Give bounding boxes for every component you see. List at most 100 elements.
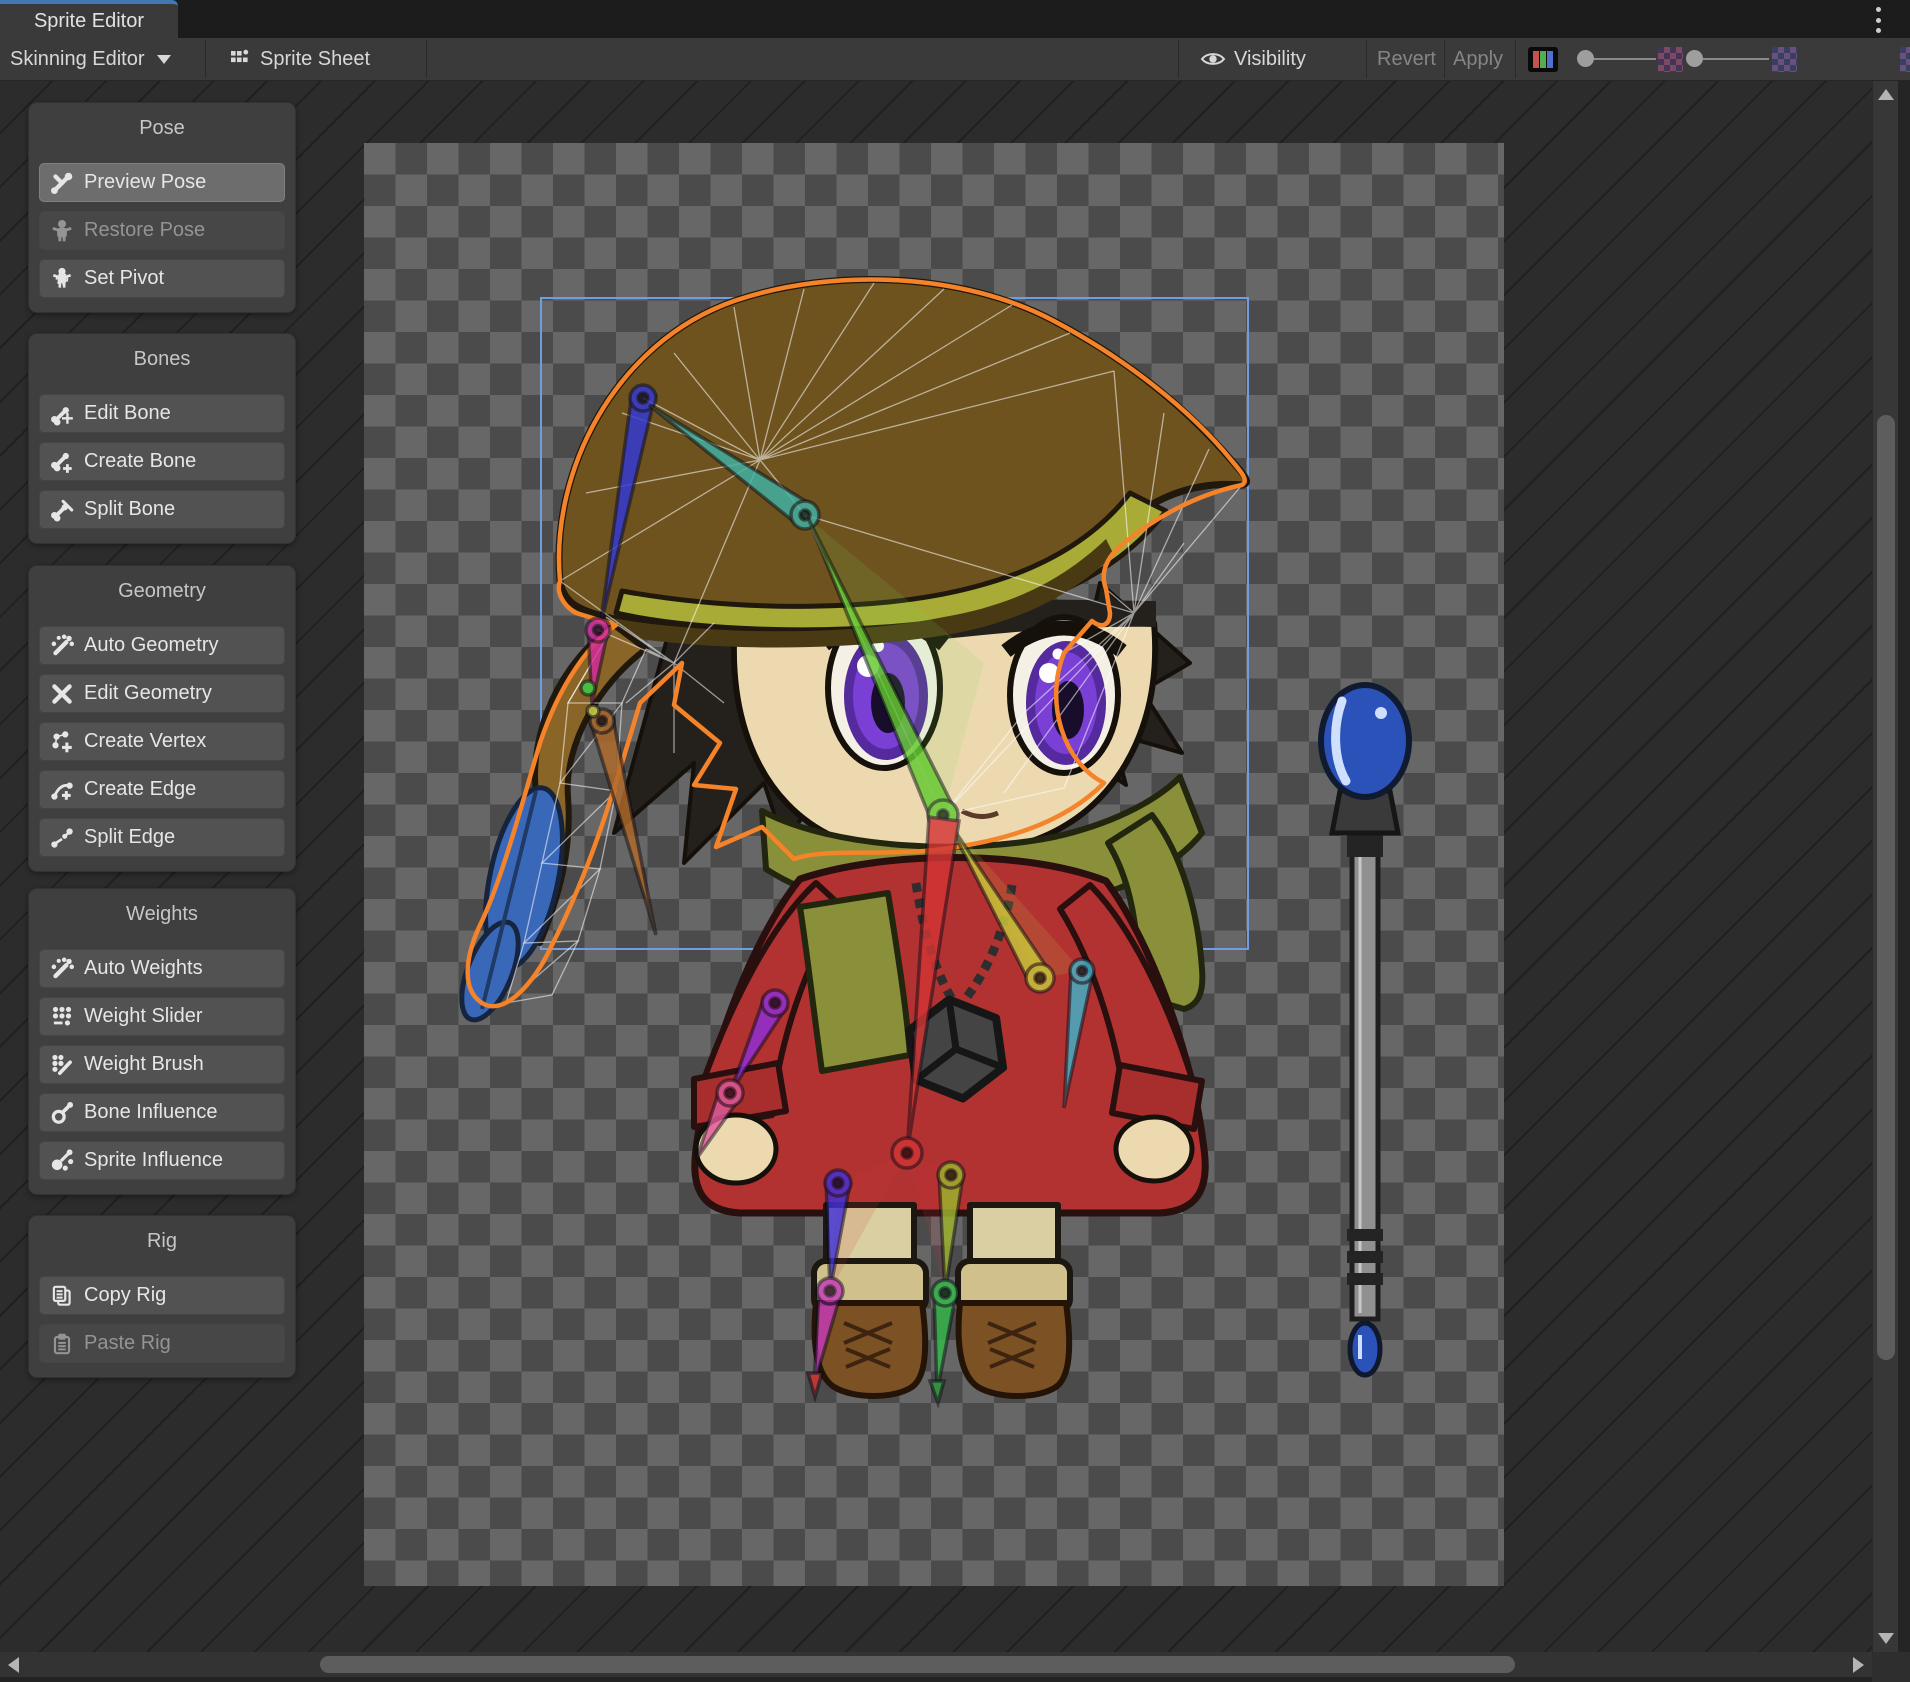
horizontal-scrollbar[interactable] xyxy=(0,1652,1872,1677)
panel-title: Rig xyxy=(39,1226,285,1256)
vertical-scrollbar[interactable] xyxy=(1872,81,1898,1652)
rgb-channels-button[interactable] xyxy=(1528,47,1558,72)
tab-bar: Sprite Editor xyxy=(0,0,1910,38)
bones-panel: Bones Edit Bone Create Bone Split Bone xyxy=(28,333,296,544)
paste-rig-button[interactable]: Paste Rig xyxy=(39,1324,285,1363)
scrollbar-corner xyxy=(1872,1652,1910,1682)
sprite-editor-window: Sprite Editor Skinning Editor Sprite She… xyxy=(0,0,1910,1682)
toolbar-separator xyxy=(1515,40,1516,78)
auto-geometry-button[interactable]: Auto Geometry xyxy=(39,626,285,665)
scarf-flap xyxy=(800,893,910,1071)
split-bone-button[interactable]: Split Bone xyxy=(39,490,285,529)
auto-geometry-icon xyxy=(49,633,75,659)
window-right-edge xyxy=(1898,81,1910,1682)
scroll-left-icon[interactable] xyxy=(8,1657,19,1673)
scroll-up-icon[interactable] xyxy=(1878,89,1894,100)
toolbar-separator xyxy=(1444,40,1445,78)
create-bone-button[interactable]: Create Bone xyxy=(39,442,285,481)
panel-title: Pose xyxy=(39,113,285,143)
window-bottom-edge xyxy=(0,1677,1910,1682)
auto-weights-button[interactable]: Auto Weights xyxy=(39,949,285,988)
sprite-influence-button[interactable]: Sprite Influence xyxy=(39,1141,285,1180)
apply-label: Apply xyxy=(1453,48,1503,71)
copy-rig-button[interactable]: Copy Rig xyxy=(39,1276,285,1315)
horizontal-scrollbar-thumb[interactable] xyxy=(320,1656,1515,1673)
sprite-sheet-icon xyxy=(228,47,252,71)
toolbar: Skinning Editor Sprite Sheet Visibility … xyxy=(0,38,1910,81)
preview-pose-button[interactable]: Preview Pose xyxy=(39,163,285,202)
preview-pose-icon xyxy=(49,170,75,196)
toolbar-separator xyxy=(1178,40,1179,78)
sprite-influence-icon xyxy=(49,1148,75,1174)
toolbar-separator xyxy=(426,40,427,78)
create-edge-button[interactable]: Create Edge xyxy=(39,770,285,809)
bone-influence-button[interactable]: Bone Influence xyxy=(39,1093,285,1132)
skinning-editor-dropdown[interactable]: Skinning Editor xyxy=(10,38,171,80)
toolbar-separator xyxy=(1366,40,1367,78)
toolbar-separator xyxy=(205,40,206,78)
paste-rig-icon xyxy=(49,1331,75,1357)
chevron-down-icon xyxy=(157,55,171,64)
sprite-opacity-slider-knob[interactable] xyxy=(1577,50,1594,67)
staff-wrap xyxy=(1347,1229,1383,1241)
pose-panel: Pose Preview Pose Restore Pose Set Pivot xyxy=(28,102,296,313)
sprite-sheet-label: Sprite Sheet xyxy=(260,48,370,71)
split-edge-button[interactable]: Split Edge xyxy=(39,818,285,857)
revert-button[interactable]: Revert xyxy=(1377,38,1436,80)
panel-title: Geometry xyxy=(39,576,285,606)
weights-opacity-slider-knob[interactable] xyxy=(1686,50,1703,67)
right-hand xyxy=(1116,1117,1192,1181)
edit-geometry-button[interactable]: Edit Geometry xyxy=(39,674,285,713)
staff-wrap xyxy=(1347,1273,1383,1285)
eye-icon xyxy=(1200,51,1226,67)
tab-sprite-editor[interactable]: Sprite Editor xyxy=(0,0,178,38)
skinning-editor-label: Skinning Editor xyxy=(10,48,145,71)
sprite-canvas[interactable] xyxy=(364,143,1504,1586)
revert-label: Revert xyxy=(1377,48,1436,71)
joint-dot-yellow[interactable] xyxy=(587,705,599,717)
staff-band xyxy=(1347,833,1383,857)
sprite-opacity-swatch xyxy=(1658,47,1683,72)
weight-brush-icon xyxy=(49,1052,75,1078)
visibility-button[interactable]: Visibility xyxy=(1200,38,1306,80)
weights-panel: Weights Auto Weights Weight Slider Weigh… xyxy=(28,888,296,1195)
edit-bone-button[interactable]: Edit Bone xyxy=(39,394,285,433)
restore-pose-button[interactable]: Restore Pose xyxy=(39,211,285,250)
right-boot xyxy=(959,1303,1070,1396)
rig-panel: Rig Copy Rig Paste Rig xyxy=(28,1215,296,1378)
staff-gem xyxy=(1350,1323,1380,1375)
create-vertex-button[interactable]: Create Vertex xyxy=(39,722,285,761)
panel-title: Weights xyxy=(39,899,285,929)
texture-swatch-partial xyxy=(1900,47,1910,72)
set-pivot-button[interactable]: Set Pivot xyxy=(39,259,285,298)
copy-rig-icon xyxy=(49,1283,75,1309)
staff-shaft xyxy=(1352,819,1378,1319)
set-pivot-icon xyxy=(49,266,75,292)
weight-brush-button[interactable]: Weight Brush xyxy=(39,1045,285,1084)
create-bone-icon xyxy=(49,449,75,475)
bone-influence-icon xyxy=(49,1100,75,1126)
create-edge-icon xyxy=(49,777,75,803)
split-edge-icon xyxy=(49,825,75,851)
panel-title: Bones xyxy=(39,344,285,374)
scroll-down-icon[interactable] xyxy=(1878,1633,1894,1644)
joint-dot-green[interactable] xyxy=(581,681,595,695)
window-menu-kebab-icon[interactable] xyxy=(1872,7,1884,33)
auto-weights-icon xyxy=(49,956,75,982)
visibility-label: Visibility xyxy=(1234,48,1306,71)
scroll-right-icon[interactable] xyxy=(1853,1657,1864,1673)
sprite-sheet-button[interactable]: Sprite Sheet xyxy=(228,38,370,80)
edit-bone-icon xyxy=(49,401,75,427)
edit-geometry-icon xyxy=(49,681,75,707)
weight-slider-icon xyxy=(49,1004,75,1030)
weights-opacity-swatch xyxy=(1772,47,1797,72)
sprite-opacity-slider[interactable] xyxy=(1594,58,1656,60)
split-bone-icon xyxy=(49,497,75,523)
geometry-panel: Geometry Auto Geometry Edit Geometry Cre… xyxy=(28,565,296,872)
vertical-scrollbar-thumb[interactable] xyxy=(1877,415,1895,1360)
restore-pose-icon xyxy=(49,218,75,244)
apply-button[interactable]: Apply xyxy=(1453,38,1503,80)
weight-slider-button[interactable]: Weight Slider xyxy=(39,997,285,1036)
tab-title: Sprite Editor xyxy=(34,10,144,33)
weights-opacity-slider[interactable] xyxy=(1703,58,1769,60)
